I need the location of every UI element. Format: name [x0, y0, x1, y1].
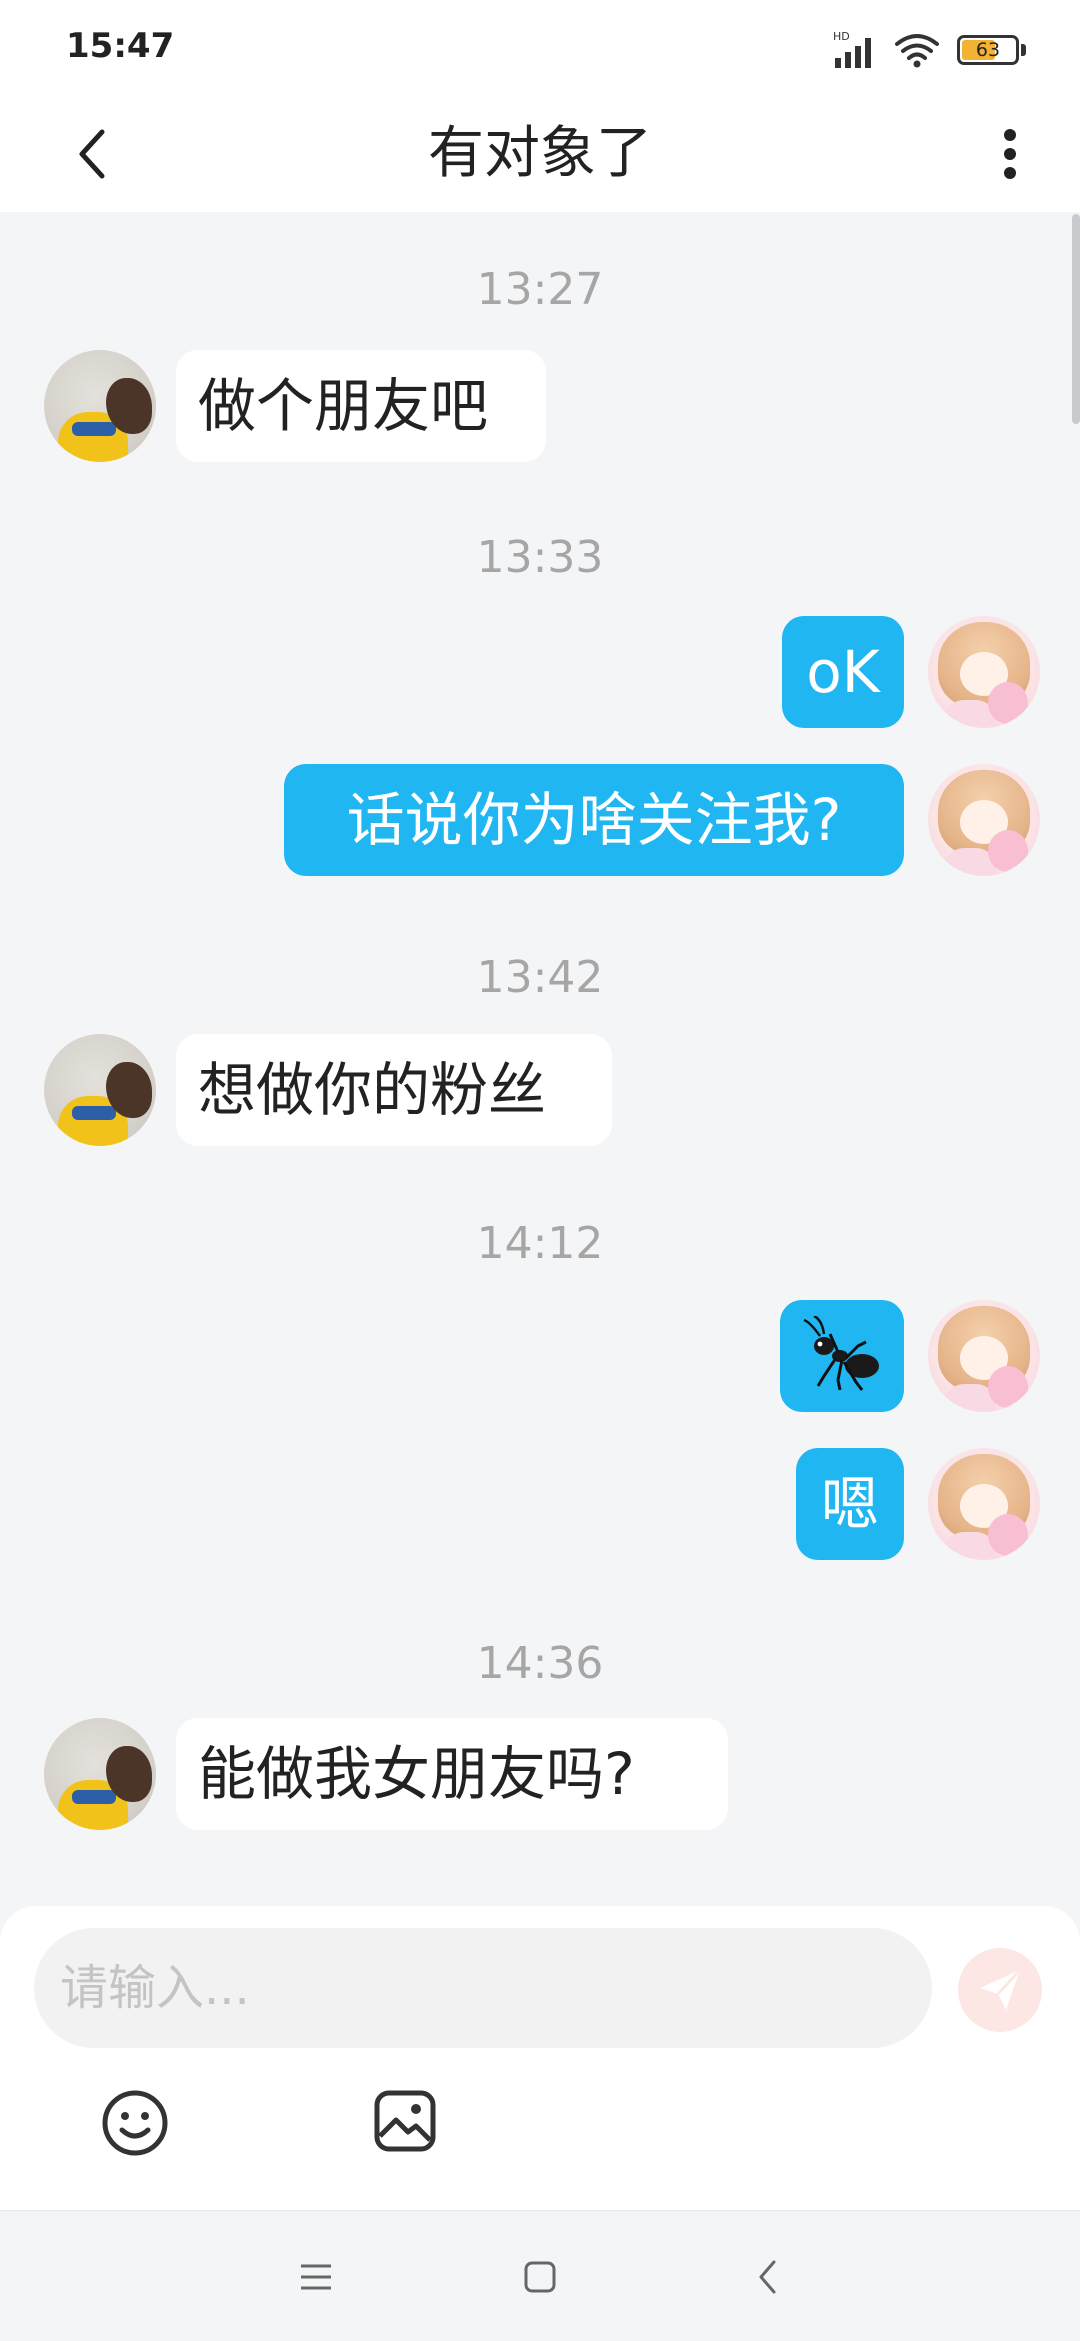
page-title: 有对象了 — [428, 121, 652, 186]
square-icon — [524, 2261, 556, 2293]
contact-avatar[interactable] — [44, 350, 156, 462]
incoming-message[interactable]: 想做你的粉丝 — [176, 1034, 612, 1146]
message-timestamp: 14:36 — [476, 1638, 604, 1689]
outgoing-emoji-message[interactable] — [780, 1300, 904, 1412]
menu-lines-icon — [301, 2264, 331, 2290]
system-navigation-bar — [0, 2210, 1080, 2341]
incoming-message[interactable]: 做个朋友吧 — [176, 350, 546, 462]
signal-icon: HD — [833, 30, 871, 68]
message-timestamp: 13:42 — [476, 952, 604, 1003]
contact-avatar[interactable] — [44, 1034, 156, 1146]
home-button[interactable] — [512, 2249, 568, 2305]
user-avatar[interactable] — [928, 616, 1040, 728]
battery-icon: 63 — [957, 35, 1019, 65]
message-timestamp: 13:33 — [476, 532, 604, 583]
incoming-message[interactable]: 能做我女朋友吗? — [176, 1718, 728, 1830]
status-icons: HD 63 — [831, 28, 1026, 72]
battery-tip — [1021, 44, 1026, 56]
recent-apps-button[interactable] — [288, 2249, 344, 2305]
status-bar: 15:47 HD 63 — [0, 0, 1080, 96]
image-icon — [374, 2090, 436, 2152]
image-picker-button[interactable] — [372, 2088, 438, 2154]
battery-level: 63 — [975, 39, 1001, 61]
message-timestamp: 13:27 — [476, 264, 604, 315]
user-avatar[interactable] — [928, 1300, 1040, 1412]
send-button[interactable] — [958, 1948, 1042, 2032]
more-options-button[interactable] — [980, 118, 1040, 190]
contact-avatar[interactable] — [44, 1718, 156, 1830]
message-composer — [0, 1906, 1080, 2210]
system-back-button[interactable] — [740, 2249, 796, 2305]
outgoing-message[interactable]: 嗯 — [796, 1448, 904, 1560]
chat-header: 有对象了 — [0, 96, 1080, 212]
user-avatar[interactable] — [928, 764, 1040, 876]
smiley-icon — [102, 2090, 168, 2156]
user-avatar[interactable] — [928, 1448, 1040, 1560]
vertical-dots-icon — [1004, 129, 1016, 179]
status-time: 15:47 — [66, 26, 175, 66]
ant-emoji-icon — [803, 1316, 879, 1391]
chevron-left-icon — [759, 2260, 776, 2294]
emoji-button[interactable] — [100, 2088, 170, 2158]
outgoing-message[interactable]: oK — [782, 616, 904, 728]
message-timestamp: 14:12 — [476, 1218, 604, 1269]
outgoing-message[interactable]: 话说你为啥关注我? — [284, 764, 904, 876]
wifi-icon — [895, 34, 939, 68]
scrollbar[interactable] — [1072, 214, 1080, 424]
hd-badge: HD — [833, 30, 850, 43]
message-input[interactable] — [34, 1928, 932, 2048]
paper-plane-icon — [980, 1968, 1022, 2010]
